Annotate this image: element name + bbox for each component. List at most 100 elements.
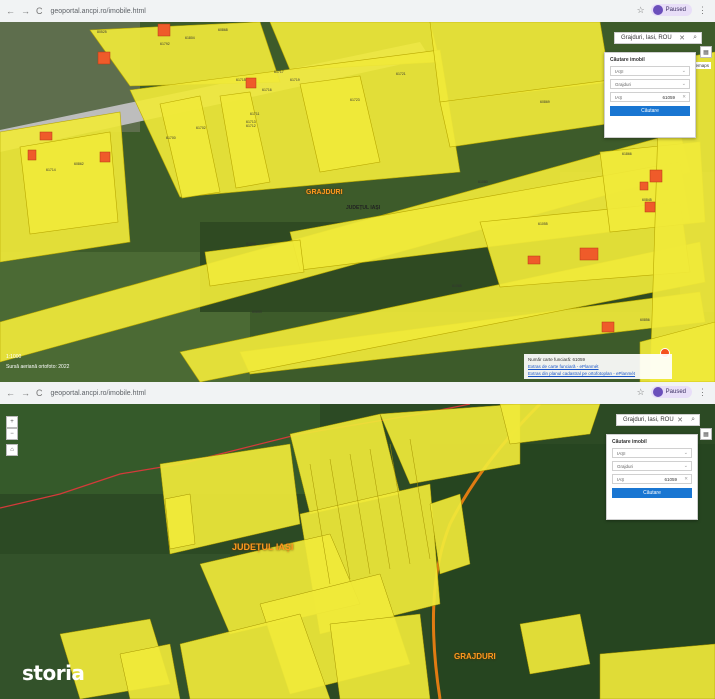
- parcel-number: 61716: [262, 88, 272, 92]
- parcel-number: 60862: [74, 162, 84, 166]
- search-text: Grajduri, Iasi, ROU: [623, 417, 674, 423]
- parcel-number: 60868: [218, 28, 228, 32]
- parcel-number: 61792: [160, 42, 170, 46]
- extract-cf-link[interactable]: Extras de carte funciară - ePlanmét: [528, 364, 599, 369]
- back-icon[interactable]: ←: [6, 388, 15, 398]
- search-input[interactable]: Grajduri, Iasi, ROU ✕ ⌕: [614, 32, 702, 44]
- search-button[interactable]: Căutare: [612, 488, 692, 498]
- cf-label: Număr carte funciară: 61059: [528, 357, 586, 362]
- cf-number-input[interactable]: IAŞ 61059 ✕: [612, 474, 692, 484]
- bookmark-star-icon[interactable]: ☆: [637, 387, 645, 398]
- village-label: GRAJDURI: [454, 652, 496, 661]
- county-select[interactable]: IAŞI ⌄: [612, 448, 692, 458]
- profile-button[interactable]: Paused: [650, 4, 692, 16]
- reload-icon[interactable]: C: [36, 388, 43, 398]
- bookmark-star-icon[interactable]: ☆: [637, 5, 645, 16]
- browser-toolbar: ← → C geoportal.ancpi.ro/imobile.html ☆ …: [0, 0, 715, 23]
- cf-number: 61059: [662, 94, 675, 100]
- layers-icon[interactable]: ▦: [700, 428, 712, 440]
- chevron-down-icon: ⌄: [683, 463, 688, 469]
- panel-title: Căutare imobil: [612, 439, 647, 445]
- screenshot-bottom: ← → C geoportal.ancpi.ro/imobile.html ☆ …: [0, 382, 715, 699]
- address-bar[interactable]: geoportal.ancpi.ro/imobile.html: [51, 390, 146, 397]
- extract-plan-link[interactable]: Extras din planul cadastral pe ortofotop…: [528, 371, 635, 376]
- reload-icon[interactable]: C: [36, 6, 43, 16]
- parcel-number: 80525: [97, 30, 107, 34]
- uat-value: Grajduri: [617, 463, 634, 469]
- avatar: [652, 387, 663, 397]
- parcel-info-box: Număr carte funciară: 61059 Extras de ca…: [524, 354, 672, 379]
- search-icon[interactable]: ⌕: [691, 416, 695, 424]
- county-value: IAŞI: [615, 68, 624, 74]
- parcel-number: 61702: [196, 126, 206, 130]
- zoom-out-icon[interactable]: −: [6, 428, 18, 440]
- parcel-number: 61866: [622, 152, 632, 156]
- parcel-number: 61715: [236, 78, 246, 82]
- forward-icon[interactable]: →: [21, 388, 30, 398]
- parcel-number: 61055: [538, 222, 548, 226]
- search-parcel-panel: Căutare imobil IAŞI ⌄ Grajduri ⌄ IAŞ 61059 ✕…: [604, 52, 696, 138]
- chevron-down-icon: ⌄: [683, 450, 688, 456]
- chevron-down-icon: ⌄: [681, 68, 686, 74]
- parcel-number: 61713: [246, 120, 256, 124]
- home-icon[interactable]: ⌂: [6, 444, 18, 456]
- map-canvas[interactable]: JUDEȚUL IAȘI GRAJDURI + − ⌂ ▦ Grajduri, …: [0, 404, 715, 699]
- orthophoto-source: Sursă aeriană ortofoto: 2022: [6, 364, 70, 370]
- clear-icon[interactable]: ✕: [684, 476, 688, 482]
- village-label: GRAJDURI: [306, 189, 343, 196]
- storia-logo: storia: [22, 661, 85, 685]
- avatar: [652, 5, 663, 15]
- clear-icon[interactable]: ✕: [682, 94, 686, 100]
- cf-number: 61059: [664, 476, 677, 482]
- uat-select[interactable]: Grajduri ⌄: [610, 79, 690, 89]
- parcel-number: 61085: [452, 284, 462, 288]
- uat-select[interactable]: Grajduri ⌄: [612, 461, 692, 471]
- parcel-number: 60856: [640, 318, 650, 322]
- search-text: Grajduri, Iasi, ROU: [621, 35, 672, 41]
- parcel-number: 60853: [252, 310, 262, 314]
- parcel-number: 61714: [46, 168, 56, 172]
- browser-toolbar: ← → C geoportal.ancpi.ro/imobile.html ☆ …: [0, 382, 715, 405]
- county-select[interactable]: IAŞI ⌄: [610, 66, 690, 76]
- parcel-number: 61700: [166, 136, 176, 140]
- menu-icon[interactable]: ⋮: [698, 5, 707, 16]
- parcel-number: 61080: [478, 180, 488, 184]
- search-parcel-panel: Căutare imobil IAŞI ⌄ Grajduri ⌄ IAŞ 61059 ✕…: [606, 434, 698, 520]
- zoom-in-icon[interactable]: +: [6, 416, 18, 428]
- cf-prefix: IAŞ: [617, 476, 625, 482]
- parcel-number: 61804: [185, 36, 195, 40]
- scale-label: 1:1000: [6, 354, 22, 360]
- parcel-number: 60845: [642, 198, 652, 202]
- county-label: JUDEȚUL IAȘI: [232, 542, 294, 552]
- back-icon[interactable]: ←: [6, 6, 15, 16]
- parcel-number: 61721: [396, 72, 406, 76]
- layers-icon[interactable]: ▦: [700, 46, 712, 58]
- screenshot-top: ← → C geoportal.ancpi.ro/imobile.html ☆ …: [0, 0, 715, 382]
- parcel-number: 61723: [350, 98, 360, 102]
- cf-number-input[interactable]: IAŞ 61059 ✕: [610, 92, 690, 102]
- county-value: IAŞI: [617, 450, 626, 456]
- parcel-number: 61712: [246, 124, 256, 128]
- profile-label: Paused: [665, 389, 686, 395]
- parcel-number: 61069: [246, 242, 256, 246]
- close-icon[interactable]: ✕: [677, 416, 683, 424]
- close-icon[interactable]: ✕: [679, 34, 685, 42]
- search-icon[interactable]: ⌕: [693, 34, 697, 42]
- search-input[interactable]: Grajduri, Iasi, ROU ✕ ⌕: [616, 414, 700, 426]
- profile-button[interactable]: Paused: [650, 386, 692, 398]
- parcel-number: 60869: [540, 100, 550, 104]
- parcel-number: 61719: [290, 78, 300, 82]
- county-label: JUDEȚUL IAȘI: [346, 205, 381, 211]
- panel-title: Căutare imobil: [610, 57, 645, 63]
- address-bar[interactable]: geoportal.ancpi.ro/imobile.html: [51, 8, 146, 15]
- search-button[interactable]: Căutare: [610, 106, 690, 116]
- map-canvas[interactable]: GRAJDURI JUDEȚUL IAȘI 80525 61792 61804 …: [0, 22, 715, 382]
- parcel-number: 61711: [250, 112, 260, 116]
- chevron-down-icon: ⌄: [681, 81, 686, 87]
- cf-prefix: IAŞ: [615, 94, 623, 100]
- uat-value: Grajduri: [615, 81, 632, 87]
- menu-icon[interactable]: ⋮: [698, 387, 707, 398]
- forward-icon[interactable]: →: [21, 6, 30, 16]
- profile-label: Paused: [665, 7, 686, 13]
- parcel-number: 61717: [274, 70, 284, 74]
